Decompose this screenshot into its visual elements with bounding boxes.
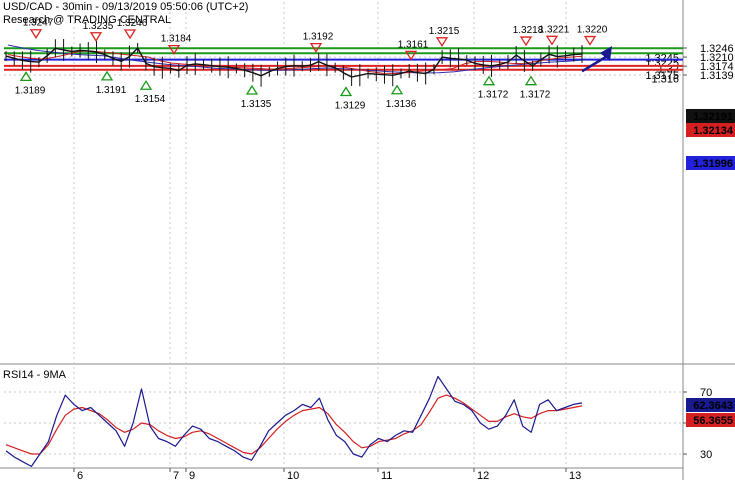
rsi-ma-value-tag: 56.3655 <box>693 415 733 427</box>
swing-high-label: 1.3215 <box>429 26 460 37</box>
day-label: 7 <box>173 470 179 480</box>
day-label: 13 <box>569 470 581 480</box>
day-label: 12 <box>477 470 489 480</box>
day-label: 9 <box>189 470 195 480</box>
swing-low-label: 1.3172 <box>478 90 509 101</box>
swing-low-label: 1.3136 <box>386 99 417 110</box>
chart-background <box>0 0 735 480</box>
swing-low-label: 1.3154 <box>135 94 166 105</box>
swing-high-label: 1.3220 <box>577 25 608 36</box>
chart-source: Research @ TRADING CENTRAL <box>3 14 172 26</box>
swing-high-label: 1.3192 <box>303 32 334 43</box>
day-label: 6 <box>77 470 83 480</box>
swing-low-label: 1.3172 <box>520 90 551 101</box>
rsi-tick-label: 30 <box>700 449 712 461</box>
swing-low-label: 1.3135 <box>241 99 272 110</box>
day-label: 11 <box>381 470 392 480</box>
day-label: 10 <box>287 470 299 480</box>
swing-high-label: 1.3221 <box>539 24 570 35</box>
usdcad-chart: 1.32451.32251.321.31751.316 1.3247 1.3235… <box>0 0 735 480</box>
swing-high-label: 1.3161 <box>398 39 429 50</box>
level-label: 1.316 <box>651 74 679 86</box>
swing-low-label: 1.3189 <box>15 85 46 96</box>
swing-low-label: 1.3129 <box>335 101 366 112</box>
rsi-value-tag: 62.3643 <box>693 400 733 412</box>
chart-stage: 1.3245 1.3225 1.32 1.3175 1.316 1.3247 1.3235… <box>0 0 735 480</box>
rsi-tick-label: 70 <box>700 387 712 399</box>
swing-high-label: 1.3184 <box>161 34 192 45</box>
rsi-title: RSI14 - 9MA <box>3 369 67 381</box>
price-tick-label: 1.3139 <box>700 70 734 82</box>
ma-red-tag: 1.32134 <box>693 125 734 137</box>
ma-blue-tag: 1.31996 <box>693 158 733 170</box>
chart-title: USD/CAD - 30min - 09/13/2019 05:50:06 (U… <box>3 1 249 13</box>
current-price-tag: 1.32191 <box>693 111 733 123</box>
swing-low-label: 1.3191 <box>96 85 127 96</box>
